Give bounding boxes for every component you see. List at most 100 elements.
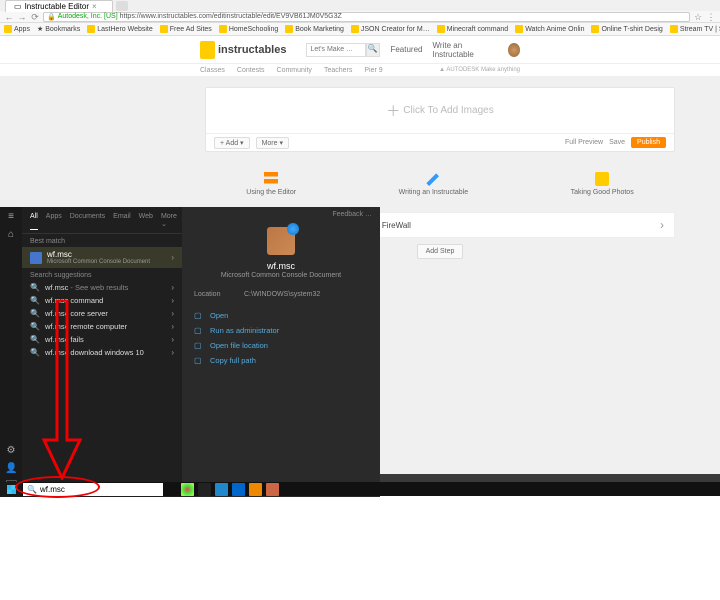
browser-tabstrip: ▭ Instructable Editor × <box>0 0 720 11</box>
shield-icon: ▢ <box>194 326 204 335</box>
mmc-icon <box>30 252 42 264</box>
suggestion-item[interactable]: 🔍wf.msc command› <box>22 294 182 307</box>
forward-icon[interactable]: → <box>17 12 27 22</box>
suggestion-item[interactable]: 🔍wf.msc core server› <box>22 307 182 320</box>
chevron-right-icon[interactable]: › <box>171 253 174 262</box>
start-results: All Apps Documents Email Web More ⌄ Best… <box>22 207 182 497</box>
open-icon: ▢ <box>194 311 204 320</box>
suggestion-item[interactable]: 🔍wf.msc - See web results› <box>22 281 182 294</box>
suggestion-item[interactable]: 🔍wf.msc download windows 10› <box>22 346 182 359</box>
brand-name: instructables <box>218 44 286 56</box>
subnav-link[interactable]: Pier 9 <box>364 67 382 74</box>
bookmark-item[interactable]: Online T-shirt Desig <box>591 25 662 33</box>
new-tab-button[interactable] <box>116 1 128 11</box>
publish-button[interactable]: Publish <box>631 137 666 148</box>
add-button[interactable]: + Add ▾ <box>214 137 250 149</box>
bookmark-item[interactable]: Apps <box>4 25 30 33</box>
pencil-icon <box>426 172 440 186</box>
tab-apps[interactable]: Apps <box>46 211 62 230</box>
action-run-admin[interactable]: ▢Run as administrator <box>194 323 368 338</box>
help-writing[interactable]: Writing an Instructable <box>399 172 469 196</box>
feedback-link[interactable]: Feedback … <box>332 211 372 218</box>
bookmark-item[interactable]: Book Marketing <box>285 25 344 33</box>
close-icon[interactable]: × <box>92 2 97 11</box>
search-icon: 🔍 <box>30 283 40 292</box>
windows-icon <box>7 485 16 494</box>
bookmark-item[interactable]: ★ Bookmarks <box>37 25 80 33</box>
chrome-icon[interactable] <box>181 483 194 496</box>
search-icon: 🔍 <box>30 348 40 357</box>
more-button[interactable]: More ▾ <box>256 137 289 149</box>
result-desc: Microsoft Common Console Document <box>47 259 166 265</box>
help-using[interactable]: Using the Editor <box>246 172 296 196</box>
bookmark-item[interactable]: Minecraft command <box>437 25 508 33</box>
subnav-link[interactable]: Teachers <box>324 67 352 74</box>
menu-icon[interactable]: ⋮ <box>706 12 716 22</box>
subnav-link[interactable]: Contests <box>237 67 265 74</box>
suggestion-item[interactable]: 🔍wf.msc remote computer› <box>22 320 182 333</box>
action-open[interactable]: ▢Open <box>194 308 368 323</box>
folder-icon: ▢ <box>194 341 204 350</box>
full-preview-link[interactable]: Full Preview <box>565 139 603 146</box>
folder-icon <box>4 25 12 33</box>
bookmark-item[interactable]: JSON Creator for M… <box>351 25 430 33</box>
bookmark-item[interactable]: Free Ad Sites <box>160 25 212 33</box>
start-preview: Feedback … wf.msc Microsoft Common Conso… <box>182 207 380 497</box>
best-match-label: Best match <box>22 234 182 247</box>
browser-tab[interactable]: ▭ Instructable Editor × <box>5 0 113 12</box>
nav-featured[interactable]: Featured <box>390 45 422 54</box>
bookmark-item[interactable]: Watch Anime Onlin <box>515 25 584 33</box>
start-tabs: All Apps Documents Email Web More ⌄ <box>22 211 182 234</box>
best-match-result[interactable]: wf.msc Microsoft Common Console Document… <box>22 247 182 268</box>
site-logo[interactable]: instructables <box>200 41 286 59</box>
image-dropzone[interactable]: ＋ Click To Add Images <box>206 88 674 133</box>
subnav-link[interactable]: Community <box>277 67 312 74</box>
save-link[interactable]: Save <box>609 139 625 146</box>
taskbar-search[interactable]: 🔍 <box>23 483 163 496</box>
nav-write[interactable]: Write an Instructable <box>433 41 498 59</box>
start-search-panel: ≡ ⌂ ⚙ 👤 🖼 All Apps Documents Email Web M… <box>0 207 380 497</box>
suggestion-item[interactable]: 🔍wf.msc fails› <box>22 333 182 346</box>
search-input[interactable] <box>306 43 366 57</box>
taskbar-apps <box>181 483 279 496</box>
chevron-right-icon: › <box>660 218 664 232</box>
tab-all[interactable]: All <box>30 211 38 230</box>
address-bar[interactable]: 🔒 Autodesk, Inc. [US] https://www.instru… <box>43 12 690 22</box>
help-photos[interactable]: Taking Good Photos <box>571 172 634 196</box>
site-search: 🔍 <box>306 43 380 57</box>
bookmark-item[interactable]: HomeSchooling <box>219 25 278 33</box>
site-header: instructables 🔍 Featured Write an Instru… <box>0 36 720 64</box>
tab-more[interactable]: More ⌄ <box>161 211 177 230</box>
plus-icon: ＋ <box>386 101 400 121</box>
bookmark-item[interactable]: LastHero Website <box>87 25 153 33</box>
bookmark-item[interactable]: Stream TV | Stream <box>670 25 720 33</box>
start-button[interactable] <box>0 482 22 496</box>
preview-name: wf.msc <box>190 261 372 271</box>
steam-icon[interactable] <box>198 483 211 496</box>
star-icon[interactable]: ☆ <box>693 12 703 22</box>
app-icon[interactable] <box>249 483 262 496</box>
help-row: Using the Editor Writing an Instructable… <box>205 162 675 206</box>
location-value[interactable]: C:\WINDOWS\system32 <box>244 291 320 298</box>
tab-email[interactable]: Email <box>113 211 131 230</box>
search-button[interactable]: 🔍 <box>366 43 380 57</box>
back-icon[interactable]: ← <box>4 12 14 22</box>
taskbar-search-input[interactable] <box>40 485 159 494</box>
subnav-link[interactable]: Classes <box>200 67 225 74</box>
avatar[interactable] <box>508 43 520 57</box>
menu-icon[interactable]: ≡ <box>5 211 17 223</box>
app-icon[interactable] <box>266 483 279 496</box>
chevron-right-icon: › <box>171 283 174 292</box>
word-icon[interactable] <box>215 483 228 496</box>
add-step-button[interactable]: Add Step <box>417 244 464 259</box>
tab-docs[interactable]: Documents <box>70 211 105 230</box>
action-copy-path[interactable]: ▢Copy full path <box>194 353 368 368</box>
action-open-location[interactable]: ▢Open file location <box>194 338 368 353</box>
mail-icon[interactable] <box>232 483 245 496</box>
user-icon[interactable]: 👤 <box>5 463 17 475</box>
search-icon: 🔍 <box>30 309 40 318</box>
reload-icon[interactable]: ⟳ <box>30 12 40 22</box>
home-icon[interactable]: ⌂ <box>5 229 17 241</box>
tab-web[interactable]: Web <box>139 211 153 230</box>
gear-icon[interactable]: ⚙ <box>5 445 17 457</box>
